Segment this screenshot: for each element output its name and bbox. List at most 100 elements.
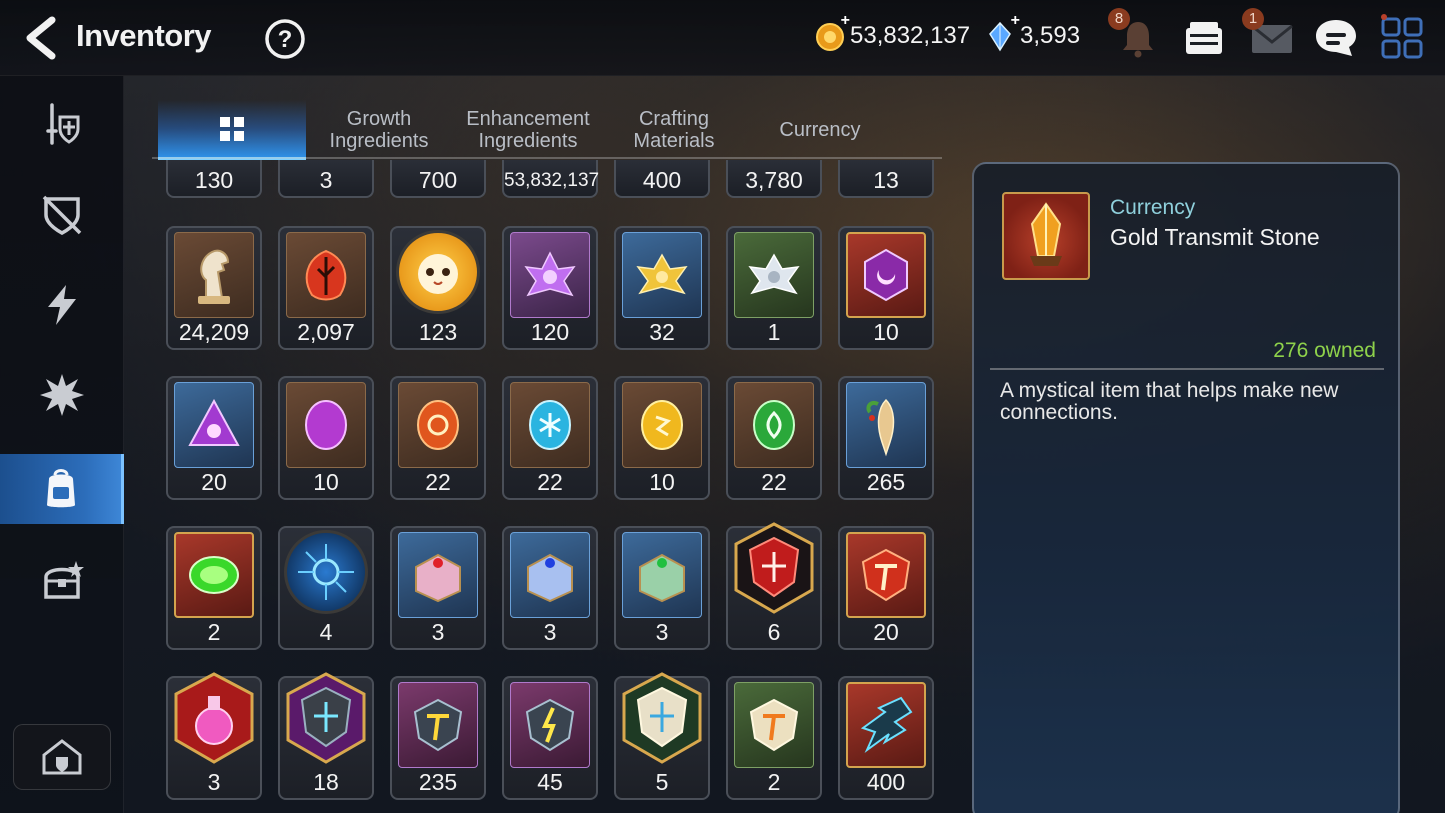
- inventory-grid[interactable]: 130 3 700 53,832,137 400 3,780 13 24,209…: [158, 160, 942, 813]
- item-description: A mystical item that helps make new conn…: [1000, 379, 1339, 424]
- back-arrow-icon[interactable]: [22, 16, 62, 60]
- grid-menu-icon: [1381, 14, 1423, 59]
- blue-circuit-orb-icon: [298, 544, 354, 600]
- grid-cell[interactable]: 3: [502, 526, 598, 650]
- crystal-amount: 3,593: [1020, 22, 1081, 49]
- grid-icon: [220, 116, 244, 141]
- grid-cell[interactable]: 3: [166, 672, 262, 800]
- purple-triangle-rune-icon: [188, 398, 240, 446]
- grid-cell[interactable]: 18: [278, 672, 374, 800]
- menu-button[interactable]: [1378, 14, 1426, 62]
- grid-cell[interactable]: 130: [166, 160, 262, 198]
- sword-shield-icon: [46, 103, 80, 145]
- sidebar: [0, 76, 124, 813]
- grid-cell[interactable]: 1: [726, 226, 822, 350]
- tab-currency[interactable]: Currency: [748, 100, 892, 160]
- crystal-icon: +: [984, 12, 1020, 52]
- grid-cell[interactable]: 20: [838, 526, 934, 650]
- orange-t-stone-icon: [749, 698, 799, 752]
- mail-badge: 1: [1242, 8, 1264, 30]
- potion-icon: [174, 672, 254, 764]
- item-category: Currency: [1110, 196, 1196, 219]
- grid-cell[interactable]: 3: [390, 526, 486, 650]
- burst-icon: [40, 374, 84, 416]
- gold-amount: 53,832,137: [850, 22, 971, 49]
- grid-cell[interactable]: 10: [278, 376, 374, 500]
- grid-cell[interactable]: 6: [726, 522, 822, 650]
- grid-cell[interactable]: 400: [614, 160, 710, 198]
- grid-cell[interactable]: 24,209: [166, 226, 262, 350]
- ginseng-root-icon: [866, 398, 895, 457]
- chat-button[interactable]: [1312, 14, 1360, 62]
- sidebar-item-chests[interactable]: [0, 546, 124, 616]
- blue-chest-icon: [527, 553, 573, 603]
- grid-cell[interactable]: 13: [838, 160, 934, 198]
- tab-enhancement-ingredients[interactable]: Enhancement Ingredients: [454, 100, 602, 160]
- tab-all[interactable]: [158, 100, 306, 160]
- grid-cell[interactable]: 2: [726, 676, 822, 800]
- chat-icon: [1316, 20, 1356, 56]
- help-icon[interactable]: ?: [264, 18, 306, 60]
- sidebar-item-items[interactable]: [0, 454, 124, 524]
- cross-stone-icon: [286, 672, 366, 764]
- gold-coin-icon: +: [814, 12, 850, 52]
- svg-text:?: ?: [278, 26, 293, 53]
- item-detail-panel: Currency Gold Transmit Stone 276 owned A…: [972, 162, 1400, 813]
- green-oval-rune-icon: [753, 400, 795, 450]
- page-title: Inventory: [76, 18, 212, 53]
- grid-cell[interactable]: 20: [166, 376, 262, 500]
- gold-transmit-stone-icon: [1002, 192, 1090, 280]
- grid-cell[interactable]: 265: [838, 376, 934, 500]
- crystal-currency[interactable]: + 3,593: [984, 12, 1081, 52]
- gold-currency[interactable]: + 53,832,137: [814, 12, 971, 52]
- grid-cell[interactable]: 3: [614, 526, 710, 650]
- storage-button[interactable]: [1180, 14, 1228, 62]
- grid-cell[interactable]: 700: [390, 160, 486, 198]
- tab-growth-ingredients[interactable]: Growth Ingredients: [308, 100, 450, 160]
- notifications-badge: 8: [1108, 8, 1130, 30]
- owned-count: 276 owned: [1273, 339, 1376, 362]
- guild-storage-button[interactable]: [13, 724, 111, 790]
- grid-cell[interactable]: 3: [278, 160, 374, 198]
- sidebar-item-artifacts[interactable]: [0, 180, 124, 250]
- item-name: Gold Transmit Stone: [1110, 224, 1320, 250]
- notifications-button[interactable]: 8: [1108, 8, 1162, 62]
- silver-lotus-icon: [748, 253, 800, 295]
- sidebar-item-equipment[interactable]: [0, 90, 124, 160]
- grid-cell[interactable]: 2: [166, 526, 262, 650]
- grid-cell[interactable]: 400: [838, 676, 934, 800]
- grid-cell[interactable]: 4: [278, 526, 374, 650]
- grid-cell[interactable]: 2,097: [278, 226, 374, 350]
- sidebar-item-catalysts[interactable]: [0, 360, 124, 430]
- white-cross-stone-icon: [622, 672, 702, 764]
- grid-cell[interactable]: 235: [390, 676, 486, 800]
- purple-hex-gem-icon: [864, 248, 908, 302]
- purple-lotus-icon: [524, 251, 576, 297]
- grid-cell[interactable]: 22: [726, 376, 822, 500]
- house-shield-icon: [42, 739, 82, 775]
- grid-cell[interactable]: 10: [838, 226, 934, 350]
- grid-cell[interactable]: 5: [614, 672, 710, 800]
- tab-crafting-materials[interactable]: Crafting Materials: [604, 100, 744, 160]
- grid-cell[interactable]: 3,780: [726, 160, 822, 198]
- cyan-oval-rune-icon: [529, 400, 571, 450]
- grid-cell[interactable]: 22: [502, 376, 598, 500]
- grid-cell[interactable]: 120: [502, 226, 598, 350]
- red-hex-stone-icon: [734, 522, 814, 614]
- grid-cell[interactable]: 123: [390, 226, 486, 350]
- mail-button[interactable]: 1: [1242, 8, 1296, 62]
- grid-cell[interactable]: 32: [614, 226, 710, 350]
- grid-cell[interactable]: 45: [502, 676, 598, 800]
- sidebar-item-exclusive[interactable]: [0, 270, 124, 340]
- detail-divider: [990, 368, 1384, 370]
- chest-icon: [44, 561, 84, 599]
- gold-lotus-icon: [636, 253, 688, 295]
- grid-cell[interactable]: 10: [614, 376, 710, 500]
- lightning-icon: [48, 285, 76, 325]
- grid-cell[interactable]: 22: [390, 376, 486, 500]
- broken-shield-icon: [42, 195, 82, 235]
- yellow-oval-rune-icon: [641, 400, 683, 450]
- grid-cell[interactable]: 53,832,137: [502, 160, 599, 198]
- pet-face-icon: [418, 254, 458, 294]
- pink-oval-rune-icon: [305, 400, 347, 450]
